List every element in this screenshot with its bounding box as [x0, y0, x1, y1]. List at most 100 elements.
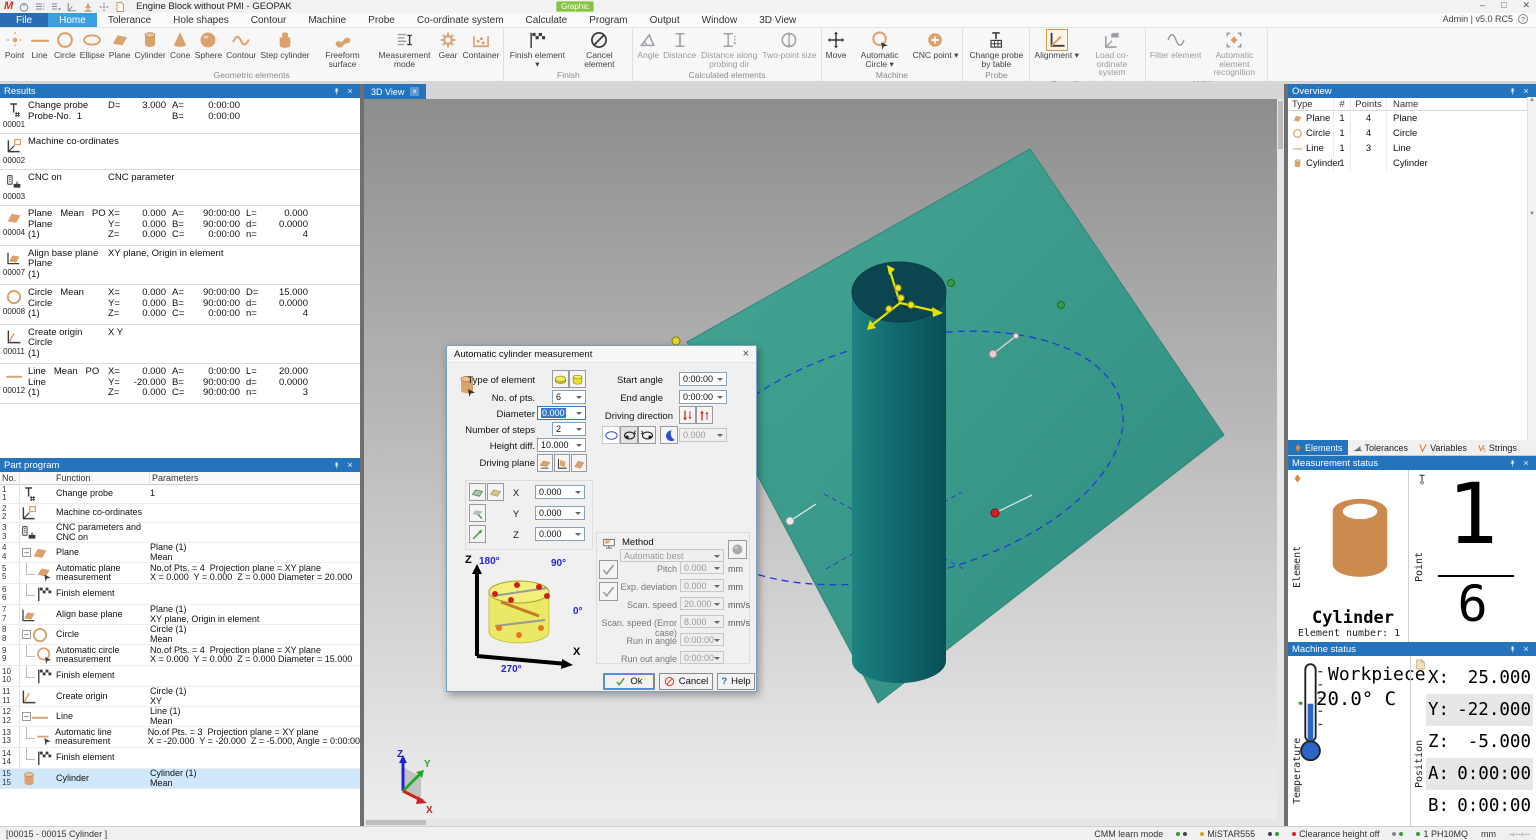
menu-item-program[interactable]: Program — [578, 13, 638, 27]
help-icon[interactable]: ? — [1518, 14, 1528, 24]
menu-item-file[interactable]: File — [0, 13, 48, 27]
position-mode-button-3[interactable] — [469, 504, 486, 522]
ribbon-distance[interactable]: Distance — [661, 29, 698, 61]
ribbon-load-co-ordinate-system[interactable]: Load co-ordinate system — [1081, 29, 1143, 78]
no-of-pts-dropdown[interactable]: 6 — [552, 390, 586, 404]
mode-ellipse-button[interactable] — [602, 426, 620, 444]
sphere-button[interactable] — [728, 540, 747, 559]
graphic-button[interactable]: Graphic — [556, 1, 594, 12]
ok-button[interactable]: Ok — [603, 673, 655, 690]
menu-item-3d-view[interactable]: 3D View — [748, 13, 807, 27]
ribbon-move[interactable]: Move — [824, 29, 849, 61]
mode-counterclockwise-button[interactable] — [638, 426, 656, 444]
minimize-button[interactable]: – — [1480, 0, 1485, 11]
ribbon-cylinder[interactable]: Cylinder — [133, 29, 168, 61]
ribbon-point[interactable]: Point — [2, 29, 27, 61]
move-icon[interactable] — [98, 1, 110, 13]
result-row-00007[interactable]: 00007Align base plane Plane (1)XY plane,… — [0, 246, 360, 286]
driving-plane-xy-button[interactable] — [537, 454, 553, 472]
tree-icon[interactable] — [82, 1, 94, 13]
ribbon-measurement-mode[interactable]: Measurement mode — [374, 29, 436, 69]
expand-icon[interactable]: – — [22, 712, 31, 721]
program-step-10[interactable]: 10 10Finish element — [0, 666, 360, 687]
end-angle-dropdown[interactable]: 0:00:00 — [679, 390, 727, 404]
ribbon-circle[interactable]: Circle — [52, 29, 78, 61]
3d-viewport[interactable]: 3D View× — [364, 84, 1284, 826]
direction-down-button[interactable] — [679, 406, 696, 424]
position-mode-button-1[interactable] — [469, 483, 486, 501]
ribbon-automatic-circle[interactable]: Automatic Circle ▾ — [849, 29, 911, 69]
z-dropdown[interactable]: 0.000 — [535, 527, 585, 541]
ribbon-container[interactable]: Container — [461, 29, 502, 61]
ribbon-step-cylinder[interactable]: Step cylinder — [258, 29, 311, 61]
list-icon[interactable] — [34, 1, 46, 13]
result-row-00002[interactable]: 00002Machine co-ordinates — [0, 134, 360, 170]
ribbon-gear[interactable]: Gear — [436, 29, 461, 61]
program-step-11[interactable]: 11 11Create originCircle (1) XY — [0, 687, 360, 707]
pin-icon[interactable] — [332, 87, 344, 96]
overview-row-circle[interactable]: Circle14Circle — [1288, 126, 1536, 141]
menu-item-calculate[interactable]: Calculate — [515, 13, 579, 27]
ribbon-filter-element[interactable]: Filter element — [1148, 29, 1204, 61]
result-row-00008[interactable]: 00008Circle Mean Circle (1)X=0.000A=90:0… — [0, 285, 360, 325]
menu-item-output[interactable]: Output — [639, 13, 691, 27]
close-icon[interactable]: × — [1520, 458, 1532, 468]
tab-variables[interactable]: Variables — [1413, 440, 1472, 455]
tab-close-icon[interactable]: × — [410, 87, 419, 96]
ribbon-finish-element[interactable]: Finish element ▾ — [506, 29, 568, 69]
vertical-scrollbar[interactable] — [1277, 99, 1284, 826]
cancel-button[interactable]: Cancel — [659, 673, 713, 690]
result-row-00011[interactable]: 00011Create origin Circle (1)X Y — [0, 325, 360, 365]
position-mode-button-4[interactable] — [469, 525, 486, 543]
mode-arc-button[interactable] — [660, 426, 678, 444]
result-row-00001[interactable]: 00001Change probe Probe-No. 1D=3.000A=0:… — [0, 98, 360, 134]
position-mode-button-2[interactable] — [487, 483, 504, 501]
ribbon-two-point-size[interactable]: Two-point size — [760, 29, 818, 61]
tab-tolerances[interactable]: Tolerances — [1348, 440, 1414, 455]
horizontal-scrollbar[interactable] — [364, 819, 1277, 826]
program-step-14[interactable]: 14 14Finish element — [0, 748, 360, 769]
ribbon-cnc-point[interactable]: CNC point ▾ — [911, 29, 961, 61]
element-type-side-button[interactable] — [569, 370, 586, 388]
height-diff-dropdown[interactable]: 10.000 — [537, 438, 586, 452]
ribbon-plane[interactable]: Plane — [107, 29, 133, 61]
list-edit-icon[interactable] — [50, 1, 62, 13]
ribbon-distance-along-probing-dir[interactable]: Distance along probing dir — [698, 29, 760, 69]
overview-scrollbar[interactable]: ▲▼ — [1527, 97, 1536, 440]
y-dropdown[interactable]: 0.000 — [535, 506, 585, 520]
help-button[interactable]: ?Help — [717, 673, 755, 690]
program-step-3[interactable]: 3 3CNC parameters and CNC on — [0, 523, 360, 543]
close-icon[interactable]: × — [1520, 86, 1532, 96]
ribbon-cancel-element[interactable]: Cancel element — [568, 29, 630, 69]
menu-item-machine[interactable]: Machine — [297, 13, 357, 27]
menu-item-probe[interactable]: Probe — [357, 13, 406, 27]
mode-clockwise-button[interactable] — [620, 426, 638, 444]
ribbon-cone[interactable]: Cone — [168, 29, 193, 61]
power-icon[interactable] — [18, 1, 30, 13]
driving-plane-yz-button[interactable] — [554, 454, 570, 472]
tab-elements[interactable]: Elements — [1288, 440, 1348, 455]
program-step-7[interactable]: 7 7Align base planePlane (1) XY plane, O… — [0, 605, 360, 625]
overview-row-plane[interactable]: Plane14Plane — [1288, 111, 1536, 126]
program-step-1[interactable]: 1 1Change probe1 — [0, 485, 360, 504]
ribbon-change-probe-by-table[interactable]: Change probe by table — [965, 29, 1027, 69]
overview-row-cylinder[interactable]: Cylinder1Cylinder — [1288, 156, 1536, 171]
close-icon[interactable]: × — [344, 86, 356, 96]
pin-icon[interactable] — [332, 461, 344, 470]
menu-item-co-ordinate-system[interactable]: Co-ordinate system — [406, 13, 515, 27]
menu-item-contour[interactable]: Contour — [240, 13, 298, 27]
ribbon-contour[interactable]: Contour — [224, 29, 258, 61]
menu-item-hole-shapes[interactable]: Hole shapes — [162, 13, 240, 27]
program-step-2[interactable]: 2 2Machine co-ordinates — [0, 504, 360, 523]
ribbon-alignment[interactable]: Alignment ▾ — [1032, 29, 1080, 61]
result-row-00003[interactable]: 00003CNC onCNC parameter — [0, 170, 360, 206]
program-step-15[interactable]: 15 15CylinderCylinder (1) Mean — [0, 769, 360, 789]
overview-row-line[interactable]: Line13Line — [1288, 141, 1536, 156]
ribbon-line[interactable]: Line — [27, 29, 52, 61]
ribbon-freeform-surface[interactable]: Freeform surface — [312, 29, 374, 69]
ribbon-angle[interactable]: Angle — [635, 29, 661, 61]
program-step-6[interactable]: 6 6Finish element — [0, 584, 360, 605]
pin-icon[interactable] — [1508, 645, 1520, 654]
program-step-4[interactable]: 4 4–PlanePlane (1) Mean — [0, 543, 360, 563]
menu-item-tolerance[interactable]: Tolerance — [97, 13, 162, 27]
